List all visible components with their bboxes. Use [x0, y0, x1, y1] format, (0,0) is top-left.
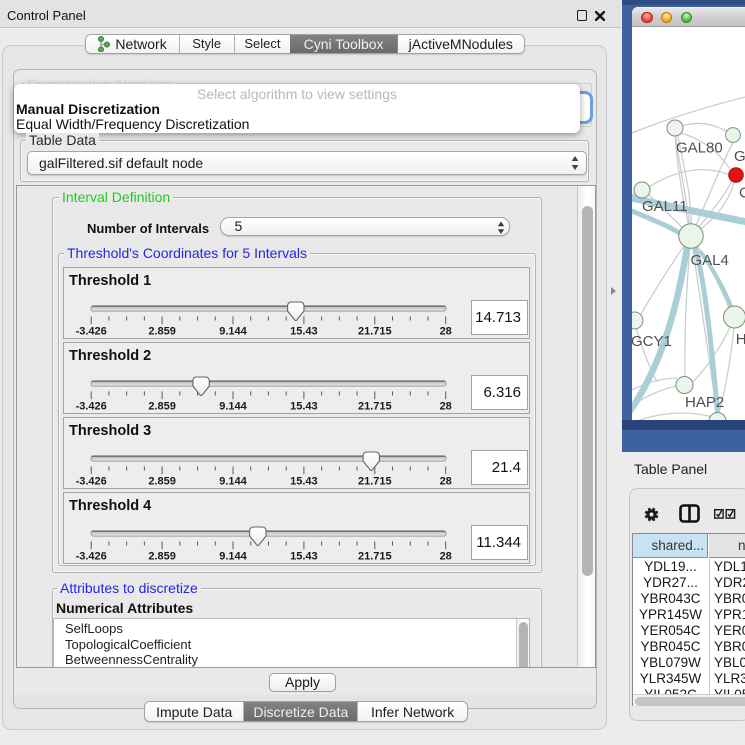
svg-text:9.144: 9.144 [219, 401, 247, 413]
svg-text:28: 28 [440, 326, 452, 338]
svg-text:21.715: 21.715 [358, 326, 392, 338]
svg-text:-3.426: -3.426 [76, 401, 107, 413]
svg-text:15.43: 15.43 [290, 551, 318, 563]
svg-text:28: 28 [440, 401, 452, 413]
svg-text:2.859: 2.859 [148, 326, 176, 338]
svg-text:-3.426: -3.426 [76, 476, 107, 488]
svg-text:2.859: 2.859 [148, 401, 176, 413]
svg-text:GCY1: GCY1 [632, 333, 672, 350]
svg-text:H: H [736, 331, 745, 348]
svg-text:28: 28 [440, 551, 452, 563]
svg-text:2.859: 2.859 [148, 476, 176, 488]
svg-text:9.144: 9.144 [219, 326, 247, 338]
svg-text:-3.426: -3.426 [76, 551, 107, 563]
svg-text:9.144: 9.144 [219, 551, 247, 563]
svg-text:9.144: 9.144 [219, 476, 247, 488]
svg-text:21.715: 21.715 [358, 476, 392, 488]
svg-text:2.859: 2.859 [148, 551, 176, 563]
svg-text:HAP2: HAP2 [685, 394, 724, 411]
svg-text:GAL4: GAL4 [691, 252, 729, 269]
svg-text:21.715: 21.715 [358, 401, 392, 413]
svg-text:15.43: 15.43 [290, 326, 318, 338]
svg-text:GAL11: GAL11 [642, 198, 688, 215]
svg-text:-3.426: -3.426 [76, 326, 107, 338]
svg-text:GA: GA [734, 148, 745, 165]
svg-text:28: 28 [440, 476, 452, 488]
svg-text:21.715: 21.715 [358, 551, 392, 563]
svg-text:15.43: 15.43 [290, 476, 318, 488]
svg-text:15.43: 15.43 [290, 401, 318, 413]
svg-text:C: C [739, 185, 745, 202]
svg-text:GAL80: GAL80 [676, 140, 723, 157]
